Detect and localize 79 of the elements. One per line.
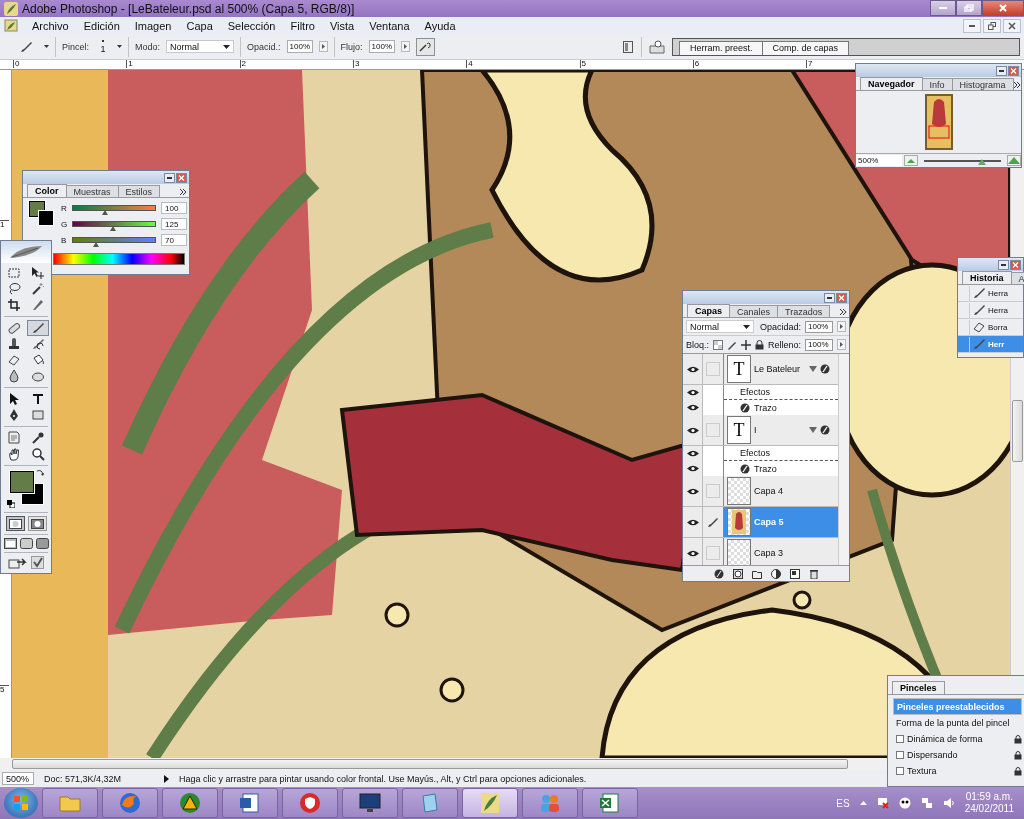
ruler-label: 5 (0, 685, 9, 694)
menu-item[interactable]: Filtro (289, 19, 316, 32)
clock-time: 01:59 a.m. (965, 791, 1013, 803)
ruler-label: 1 (126, 60, 133, 68)
ruler-label: 6 (692, 60, 700, 68)
option-label: Dinámica de forma (907, 734, 983, 744)
mode-dropdown[interactable]: Normal (166, 40, 235, 53)
history-item[interactable]: Herra (958, 285, 1023, 302)
channel-value-field[interactable]: 100 (161, 202, 187, 214)
brush-list-item[interactable]: Forma de la punta del pincel (893, 715, 1022, 731)
option-label: Textura (907, 766, 937, 776)
panel-tab[interactable]: Info (921, 78, 953, 90)
channel-label: G (61, 219, 67, 229)
menu-item[interactable]: Edición (82, 19, 121, 32)
history-item[interactable]: Herra (958, 302, 1023, 319)
layer-thumbnail: T (727, 416, 751, 444)
ruler-label: 4 (466, 60, 473, 68)
panel-tab[interactable]: Color (27, 184, 67, 197)
layer-name[interactable]: I (754, 425, 809, 435)
window-title: Adobe Photoshop - [LeBateleur.psd al 500% (Capa 5, RGB/8)] (22, 1, 356, 16)
panel-tab[interactable]: Estilos (117, 185, 161, 197)
ruler-label: 1 (0, 220, 9, 229)
channel-value-field[interactable]: 125 (161, 218, 187, 230)
layer-row[interactable]: T I (683, 415, 838, 446)
layer-row[interactable]: T Le Bateleur (683, 354, 838, 385)
layer-name[interactable]: Capa 3 (754, 548, 838, 558)
ruler-label: 5 (579, 60, 586, 68)
panel-tab[interactable]: Historia (962, 271, 1012, 284)
effects-label: Efectos (740, 387, 770, 397)
panel-tab[interactable]: Navegador (860, 77, 923, 90)
opacity-label: Opacid.: (247, 41, 281, 52)
mode-label: Modo: (135, 41, 161, 52)
ruler-label: 0 (13, 60, 20, 68)
ruler-label: 2 (239, 60, 247, 68)
menu-item[interactable]: Ayuda (423, 19, 457, 32)
brush-preview[interactable]: 1 (95, 40, 111, 53)
palette-tab[interactable]: Herram. preest. (679, 40, 764, 55)
opacity-label: Opacidad: (759, 321, 801, 332)
opacity-field[interactable]: 100% (286, 40, 313, 53)
ruler-label: 7 (806, 60, 813, 68)
menu-item[interactable]: Vista (328, 19, 356, 32)
ruler-label: 3 (352, 60, 360, 68)
layer-thumbnail: T (727, 355, 751, 383)
blend-mode-dropdown[interactable]: Normal (686, 320, 754, 333)
channel-label: R (61, 203, 67, 213)
zoom-field[interactable]: 500% (856, 155, 902, 166)
panel-tab[interactable]: Muestras (65, 185, 119, 197)
panel-tab[interactable]: Pinceles (892, 681, 945, 694)
lock-label: Bloq.: (686, 339, 709, 350)
layer-name[interactable]: Capa 4 (754, 486, 838, 496)
menu-item[interactable]: Archivo (31, 19, 70, 32)
menu-item[interactable]: Imagen (133, 19, 173, 32)
panel-tab[interactable]: Histograma (951, 78, 1014, 90)
panel-tab[interactable]: Trazados (777, 305, 831, 317)
flow-label: Flujo: (340, 41, 363, 52)
clock-date: 24/02/2011 (964, 803, 1014, 815)
brush-label: Pincel: (62, 41, 89, 52)
fill-field[interactable]: 100% (805, 338, 834, 351)
zoom-field[interactable]: 500% (2, 772, 34, 785)
effects-label: Efectos (740, 448, 770, 458)
menu-item[interactable]: Ventana (368, 19, 411, 32)
menu-item[interactable]: Selección (226, 19, 277, 32)
panel-tab[interactable]: Capas (687, 304, 730, 317)
panel-tab[interactable]: Canales (729, 305, 779, 317)
status-hint: Haga clic y arrastre para pintar usando color frontal. Use Mayús., Alt, y Ctrl para opciones adicionales. (179, 773, 587, 784)
document-size: Doc: 571,3K/4,32M (44, 773, 123, 784)
channel-value-field[interactable]: 70 (161, 234, 187, 246)
effect-name: Trazo (754, 402, 777, 413)
fill-label: Relleno: (768, 339, 802, 350)
effect-name: Trazo (754, 463, 777, 474)
flow-field[interactable]: 100% (368, 40, 395, 53)
channel-label: B (61, 235, 67, 245)
layer-row[interactable]: Capa 4 (683, 476, 838, 507)
layer-row[interactable]: Capa 3 (683, 538, 838, 565)
opacity-field[interactable]: 100% (805, 320, 833, 333)
menu-item[interactable]: Capa (185, 19, 214, 32)
option-label: Dispersando (907, 750, 958, 760)
palette-tab[interactable]: Comp. de capas (761, 40, 850, 55)
layer-name[interactable]: Le Bateleur (754, 364, 809, 374)
